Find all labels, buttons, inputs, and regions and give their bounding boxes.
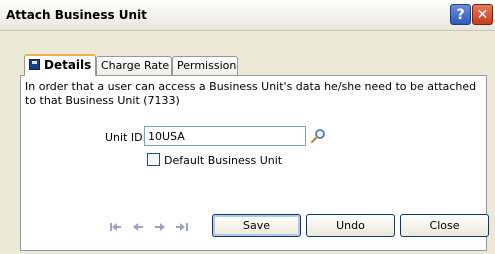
- unit-id-label: Unit ID:: [105, 131, 147, 144]
- close-icon: ✕: [476, 6, 489, 23]
- previous-record-icon[interactable]: [131, 221, 145, 233]
- search-icon[interactable]: [310, 128, 326, 144]
- default-business-unit-checkbox[interactable]: [147, 153, 160, 166]
- default-business-unit-label[interactable]: Default Business Unit: [164, 154, 282, 167]
- title-bar[interactable]: Attach Business Unit ? ✕: [0, 0, 495, 31]
- attach-business-unit-dialog: Attach Business Unit ? ✕ Details Charge …: [0, 0, 495, 254]
- window-title: Attach Business Unit: [6, 8, 147, 22]
- tab-charge-rate-label: Charge Rate: [101, 59, 170, 72]
- details-panel: In order that a user can access a Busine…: [20, 75, 489, 251]
- save-icon: [29, 59, 40, 70]
- tab-permission-label: Permission: [177, 59, 237, 72]
- first-record-icon[interactable]: [109, 221, 123, 233]
- save-button[interactable]: Save: [212, 214, 301, 237]
- close-button-label: Close: [429, 219, 460, 232]
- help-button[interactable]: ?: [450, 4, 471, 25]
- unit-id-input[interactable]: [144, 126, 306, 146]
- tab-details-label: Details: [44, 58, 92, 72]
- undo-button-label: Undo: [336, 219, 365, 232]
- next-record-icon[interactable]: [153, 221, 167, 233]
- undo-button[interactable]: Undo: [306, 214, 395, 237]
- tab-charge-rate[interactable]: Charge Rate: [96, 56, 172, 75]
- help-icon: ?: [456, 6, 465, 23]
- save-button-label: Save: [242, 219, 270, 232]
- last-record-icon[interactable]: [175, 221, 189, 233]
- window-close-button[interactable]: ✕: [472, 4, 493, 25]
- tab-details[interactable]: Details: [24, 54, 96, 76]
- info-text: In order that a user can access a Busine…: [25, 80, 477, 107]
- tab-permission[interactable]: Permission: [172, 56, 238, 75]
- close-button[interactable]: Close: [400, 214, 489, 237]
